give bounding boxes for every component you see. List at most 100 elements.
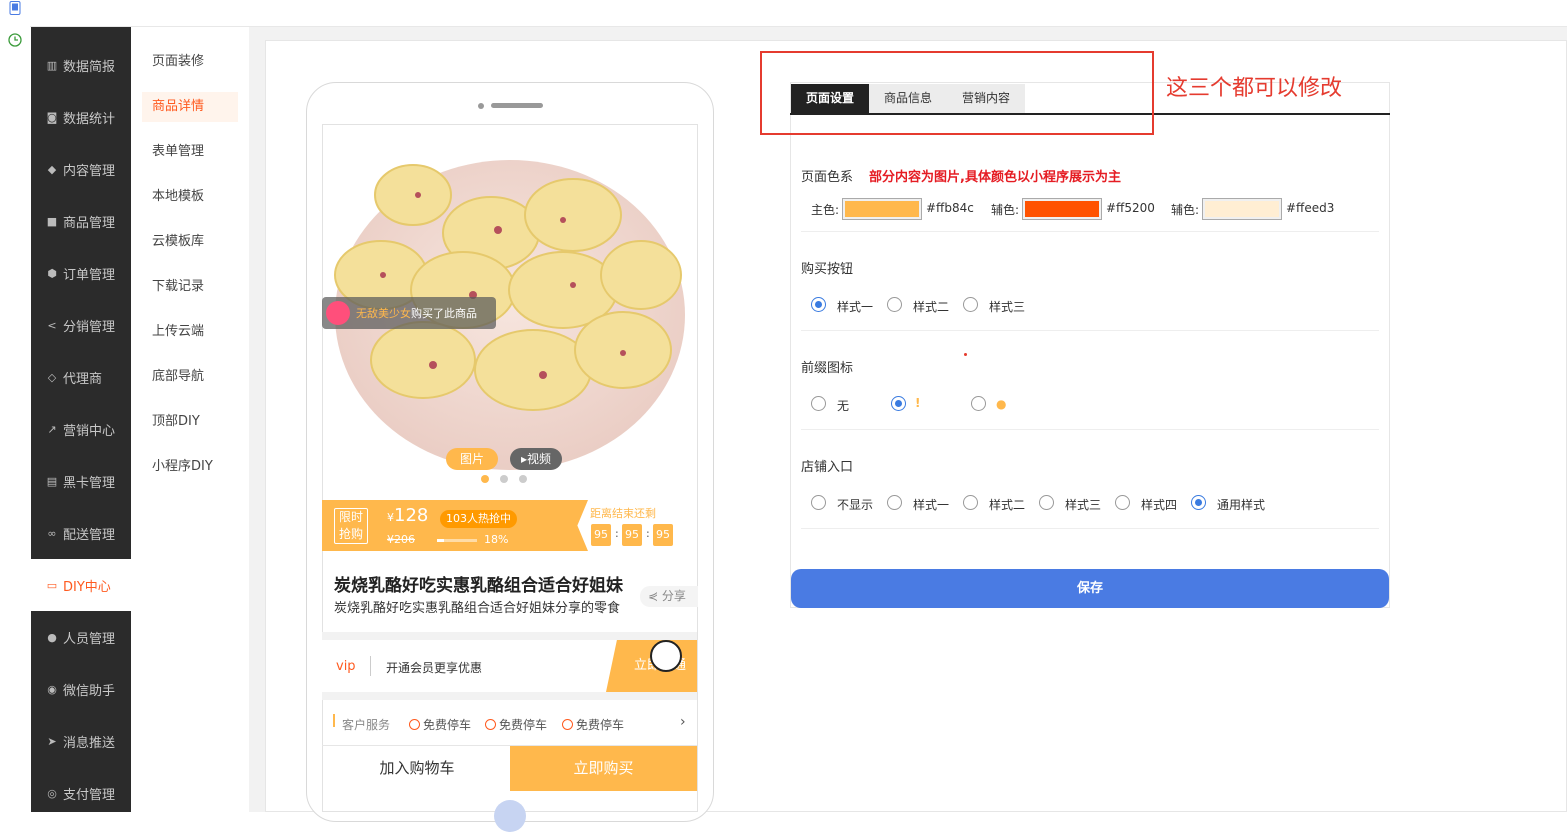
nav-item-staff[interactable]: ● 人员管理 [31,611,131,663]
shop-hide-radio[interactable] [811,495,826,510]
nav-item-delivery[interactable]: ∞ 配送管理 [31,507,131,559]
countdown-seconds: 95 [653,524,673,546]
check-circle-icon [409,719,420,730]
shop-style-2-radio[interactable] [963,495,978,510]
prefix-bar-label: ! [915,396,921,410]
subnav-item-downloads[interactable]: 下载记录 [142,272,238,302]
divider [801,429,1379,430]
subnav-item-local-templates[interactable]: 本地模板 [142,182,238,212]
shop-style-3-label: 样式三 [1065,498,1102,512]
sale-price: ¥128 [387,505,429,526]
service-item: 免费停车 [562,716,624,733]
cube-icon: ⬢ [47,266,57,280]
divider [801,231,1379,232]
save-button[interactable]: 保存 [791,569,1389,608]
carousel-dot-active[interactable] [481,475,489,483]
tertiary-color-swatch[interactable] [1202,198,1282,220]
buy-style-3-radio[interactable] [963,297,978,312]
nav-item-agent[interactable]: ◇ 代理商 [31,351,131,403]
purchase-notice: 无敌美少女 购买了此商品 [322,297,496,329]
service-item: 免费停车 [409,716,471,733]
buy-style-2-radio[interactable] [887,297,902,312]
primary-color-swatch[interactable] [842,198,922,220]
tablet-icon[interactable] [8,1,22,15]
countdown-title: 距离结束还剩 [590,507,656,520]
buy-style-2-label: 样式二 [913,300,950,314]
avatar [326,301,350,325]
prefix-dot-label: ● [996,397,1007,411]
subnav-item-miniprogram-diy[interactable]: 小程序DIY [142,452,238,482]
buy-style-1-radio[interactable] [811,297,826,312]
subnav-item-forms[interactable]: 表单管理 [142,137,238,167]
nav-item-goods[interactable]: ■ 商品管理 [31,195,131,247]
prefix-none-radio[interactable] [811,396,826,411]
subnav-item-goods-detail[interactable]: 商品详情 [142,92,238,122]
nav-item-push[interactable]: ➤ 消息推送 [31,715,131,767]
secondary-color-hex: #ff5200 [1106,201,1155,215]
divider [801,528,1379,529]
camera-icon: ◙ [46,110,58,124]
shop-entry-section-title: 店铺入口 [801,460,854,475]
subnav-item-upload-cloud[interactable]: 上传云端 [142,317,238,347]
nav-item-data-brief[interactable]: ▥ 数据简报 [31,39,131,91]
secondary-color-swatch[interactable] [1022,198,1102,220]
phone-speaker [491,103,543,108]
primary-color-fill [845,201,919,217]
shop-style-4-radio[interactable] [1115,495,1130,510]
shop-style-1-radio[interactable] [887,495,902,510]
send-icon: ➤ [47,734,57,748]
product-subtitle: 炭烧乳酪好吃实惠乳酪组合适合好姐妹分享的零食 [334,601,621,616]
clock-icon[interactable] [8,33,22,47]
chat-icon: ◎ [47,786,57,800]
nav-item-orders[interactable]: ⬢ 订单管理 [31,247,131,299]
shop-style-3-radio[interactable] [1039,495,1054,510]
subnav-item-cloud-templates[interactable]: 云模板库 [142,227,238,257]
check-circle-icon [562,719,573,730]
color-section-title: 页面色系 [801,170,854,185]
nav-item-black-card[interactable]: ▤ 黑卡管理 [31,455,131,507]
video-tab[interactable]: ▸视频 [510,448,562,470]
countdown-separator: : [615,527,619,540]
nav-item-distribution[interactable]: < 分销管理 [31,299,131,351]
nav-item-marketing[interactable]: ↗ 营销中心 [31,403,131,455]
secondary-color-fill [1025,201,1099,217]
subnav-item-top-diy[interactable]: 顶部DIY [142,407,238,437]
prefix-none-label: 无 [837,399,850,413]
main-nav: ▥ 数据简报 ◙ 数据统计 ◆ 内容管理 ■ 商品管理 ⬢ 订单管理 < 分销管理 ◇ 代理商… [31,27,131,812]
buyer-name: 无敌美少女 [356,307,411,320]
stray-dot [964,353,967,356]
add-to-cart-button[interactable]: 加入购物车 [323,746,511,791]
color-note: 部分内容为图片,具体颜色以小程序展示为主 [869,170,1121,185]
prefix-dot-radio[interactable] [971,396,986,411]
bar-chart-icon: ▥ [46,58,58,72]
nav-item-payment[interactable]: ◎ 支付管理 [31,767,131,819]
tertiary-color-fill [1205,201,1279,217]
carousel-dot[interactable] [519,475,527,483]
shop-style-4-label: 样式四 [1141,498,1178,512]
share-button[interactable]: ⋞ 分享 [640,586,698,607]
prefix-bar-radio[interactable] [891,396,906,411]
product-title: 炭烧乳酪好吃实惠乳酪组合适合好姐妹 [334,576,623,596]
shop-style-1-label: 样式一 [913,498,950,512]
monitor-icon: ▭ [46,578,58,592]
vip-text: 开通会员更享优惠 [386,661,483,675]
annotation-box [760,51,1154,135]
subnav-item-page-decor[interactable]: 页面装修 [142,47,238,77]
prefix-section-title: 前缀图标 [801,361,854,376]
buy-style-3-label: 样式三 [989,300,1026,314]
carousel-dot[interactable] [500,475,508,483]
nav-item-data-stats[interactable]: ◙ 数据统计 [31,91,131,143]
shop-general-radio[interactable] [1191,495,1206,510]
bag-icon: ■ [46,214,58,228]
chevron-right-icon[interactable]: › [680,714,686,730]
shop-hide-label: 不显示 [837,498,874,512]
image-tab[interactable]: 图片 [446,448,498,470]
nav-item-wechat[interactable]: ◉ 微信助手 [31,663,131,715]
shop-style-2-label: 样式二 [989,498,1026,512]
customer-service-icon[interactable] [650,640,682,672]
subnav-item-bottom-nav[interactable]: 底部导航 [142,362,238,392]
nav-item-diy-center[interactable]: ▭ DIY中心 [31,559,131,611]
buy-now-button[interactable]: 立即购买 [510,746,697,791]
buy-style-1-label: 样式一 [837,300,874,314]
nav-item-content[interactable]: ◆ 内容管理 [31,143,131,195]
